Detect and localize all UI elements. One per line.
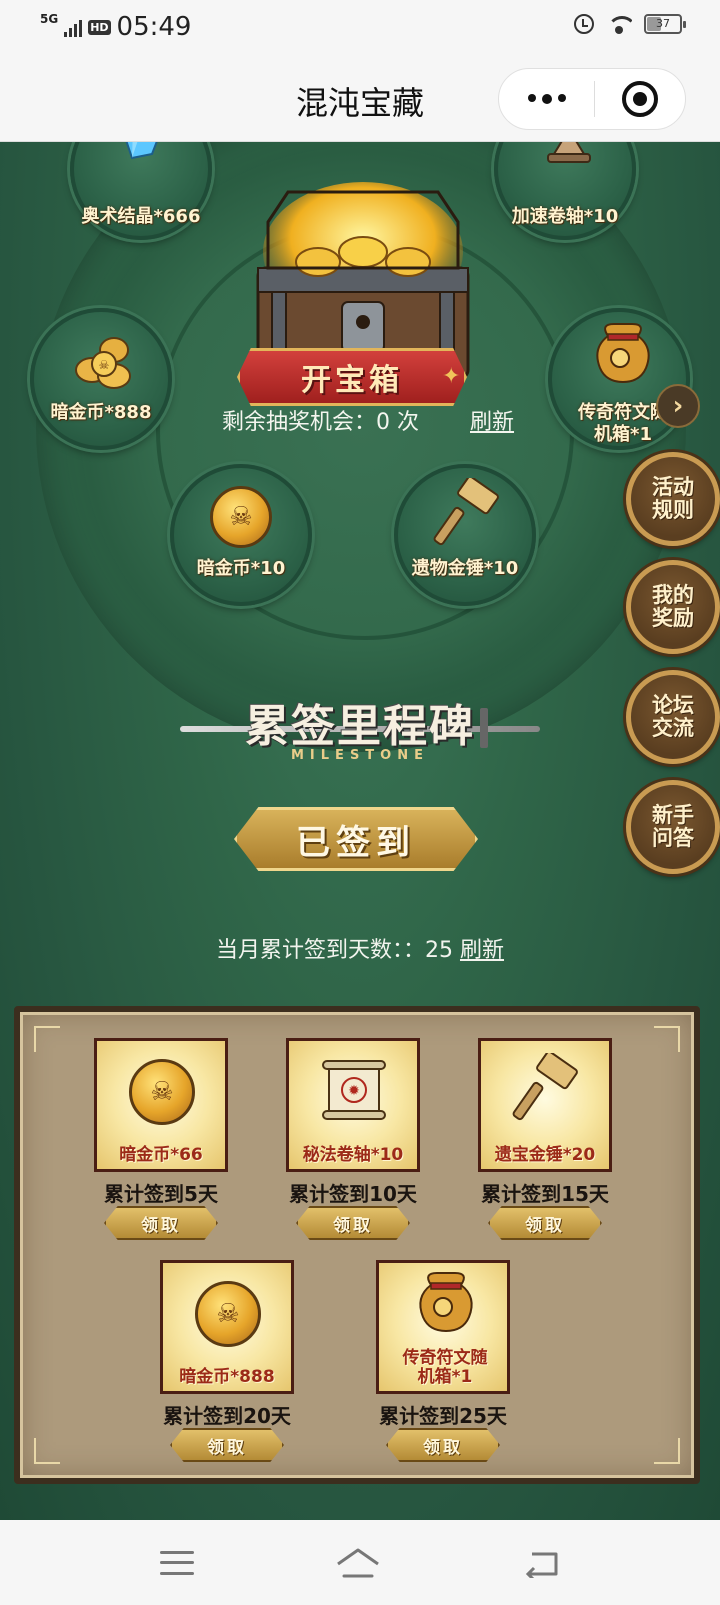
status-left: 5G HD 05:49 [40, 12, 191, 42]
milestone-header: 累签里程碑 MILESTONE [170, 690, 550, 780]
claim-button[interactable]: 领取 [104, 1206, 218, 1240]
reward-label: 传奇符文随机箱*1 [578, 402, 668, 445]
card-day-label: 累计签到25天 [379, 1404, 507, 1428]
open-chest-button[interactable]: 开宝箱 [237, 348, 467, 406]
claim-button[interactable]: 领取 [488, 1206, 602, 1240]
card-reward-label: 暗金币*888 [179, 1367, 275, 1387]
panel-corner-ornament [654, 1026, 680, 1052]
back-icon[interactable] [522, 1548, 560, 1578]
reward-card-day20: ☠ 暗金币*888 [160, 1260, 294, 1394]
title-bar: 混沌宝藏 [0, 56, 720, 142]
reward-card-day5: ☠ 暗金币*66 [94, 1038, 228, 1172]
hd-badge: HD [88, 19, 111, 35]
reward-bubble-coin-pile[interactable]: ☠ 暗金币*888 [30, 308, 172, 450]
svg-text:✹: ✹ [348, 1083, 360, 1099]
card-reward-label: 传奇符文随机箱*1 [402, 1348, 488, 1387]
sparkle-icon: ✦ [442, 364, 461, 389]
status-right: 37 [574, 14, 686, 34]
hammer-icon [433, 478, 499, 546]
signal-icon [64, 17, 83, 37]
monthly-signin-days: 当月累计签到天数：：25 刷新 [0, 932, 720, 964]
card-reward-label: 秘法卷轴*10 [302, 1145, 404, 1165]
home-icon[interactable] [334, 1546, 382, 1580]
reward-label: 遗物金锤*10 [411, 558, 519, 579]
reward-bubble-hammer[interactable]: 遗物金锤*10 [394, 464, 536, 606]
side-button-label: 新手问答 [652, 803, 694, 850]
reward-bubble-crystal[interactable]: 奥术结晶*666 [70, 142, 212, 240]
hourglass-icon [547, 142, 591, 163]
game-area: 奥术结晶*666 加速卷轴*10 ☠ 暗金币*888 传奇符文随机箱*1 ☠ 暗… [0, 142, 720, 1520]
target-icon [622, 81, 658, 117]
card-day-label: 累计签到5天 [104, 1182, 218, 1206]
rune-bag-icon [596, 323, 650, 384]
milestone-title: 累签里程碑 [245, 701, 475, 752]
skull-coin-icon: ☠ [129, 1059, 195, 1125]
svg-text:☠: ☠ [99, 358, 110, 372]
milestone-subtitle: MILESTONE [291, 748, 429, 763]
reward-label: 暗金币*10 [196, 558, 286, 579]
skull-coin-icon: ☠ [195, 1281, 261, 1347]
signed-in-button[interactable]: 已签到 [234, 807, 478, 871]
side-button-label: 我的奖励 [652, 583, 694, 630]
battery-icon: 37 [644, 14, 686, 34]
refresh-days-link[interactable]: 刷新 [460, 938, 504, 963]
card-day-label: 累计签到15天 [481, 1182, 609, 1206]
claim-button[interactable]: 领取 [170, 1428, 284, 1462]
faq-button[interactable]: 新手问答 [626, 780, 720, 874]
close-mini-program-button[interactable] [595, 81, 685, 117]
reward-bubble-skull-coin[interactable]: ☠ 暗金币*10 [170, 464, 312, 606]
system-nav-bar [0, 1520, 720, 1605]
refresh-chances-link[interactable]: 刷新 [470, 404, 514, 436]
remaining-chances-text: 剩余抽奖机会：0 次 [222, 410, 419, 435]
mini-program-capsule [498, 68, 686, 130]
reward-card-day25: 传奇符文随机箱*1 [376, 1260, 510, 1394]
side-button-label: 活动规则 [652, 475, 694, 522]
alarm-icon [574, 14, 594, 34]
side-button-label: 论坛交流 [652, 693, 694, 740]
wifi-icon [606, 14, 632, 34]
my-rewards-button[interactable]: 我的奖励 [626, 560, 720, 654]
reward-label: 暗金币*888 [50, 402, 152, 423]
milestone-rewards-panel: ☠ 暗金币*66 累计签到5天 领取 ✹ 秘法卷轴*10 累计签到10天 领取 … [14, 1006, 700, 1484]
reward-label: 奥术结晶*666 [81, 206, 201, 227]
next-arrow-button[interactable]: › [656, 384, 700, 428]
clock: 05:49 [116, 12, 192, 42]
hammer-icon [512, 1053, 578, 1121]
scroll-icon: ✹ [322, 1060, 386, 1120]
crystal-icon [125, 142, 158, 160]
reward-label: 加速卷轴*10 [511, 206, 619, 227]
claim-button[interactable]: 领取 [386, 1428, 500, 1462]
reward-bubble-hourglass[interactable]: 加速卷轴*10 [494, 142, 636, 240]
card-reward-label: 暗金币*66 [119, 1145, 203, 1165]
status-bar: 5G HD 05:49 37 [0, 0, 720, 56]
network-type: 5G [40, 12, 59, 26]
activity-rules-button[interactable]: 活动规则 [626, 452, 720, 546]
panel-corner-ornament [34, 1438, 60, 1464]
days-label: 当月累计签到天数：：25 [215, 938, 453, 963]
card-day-label: 累计签到20天 [163, 1404, 291, 1428]
forum-button[interactable]: 论坛交流 [626, 670, 720, 764]
panel-corner-ornament [654, 1438, 680, 1464]
card-day-label: 累计签到10天 [289, 1182, 417, 1206]
skull-coin-icon: ☠ [210, 486, 272, 548]
claim-button[interactable]: 领取 [296, 1206, 410, 1240]
menu-icon[interactable] [160, 1550, 194, 1575]
chevron-right-icon: › [672, 391, 684, 421]
reward-card-day10: ✹ 秘法卷轴*10 [286, 1038, 420, 1172]
rune-bag-icon [419, 1272, 473, 1333]
coin-pile-icon: ☠ [75, 337, 131, 389]
battery-level: 37 [656, 17, 670, 30]
reward-card-day15: 遗宝金锤*20 [478, 1038, 612, 1172]
card-reward-label: 遗宝金锤*20 [494, 1145, 596, 1165]
panel-corner-ornament [34, 1026, 60, 1052]
reward-bubble-rune-bag[interactable]: 传奇符文随机箱*1 [548, 308, 690, 450]
more-menu-icon[interactable] [499, 94, 594, 104]
